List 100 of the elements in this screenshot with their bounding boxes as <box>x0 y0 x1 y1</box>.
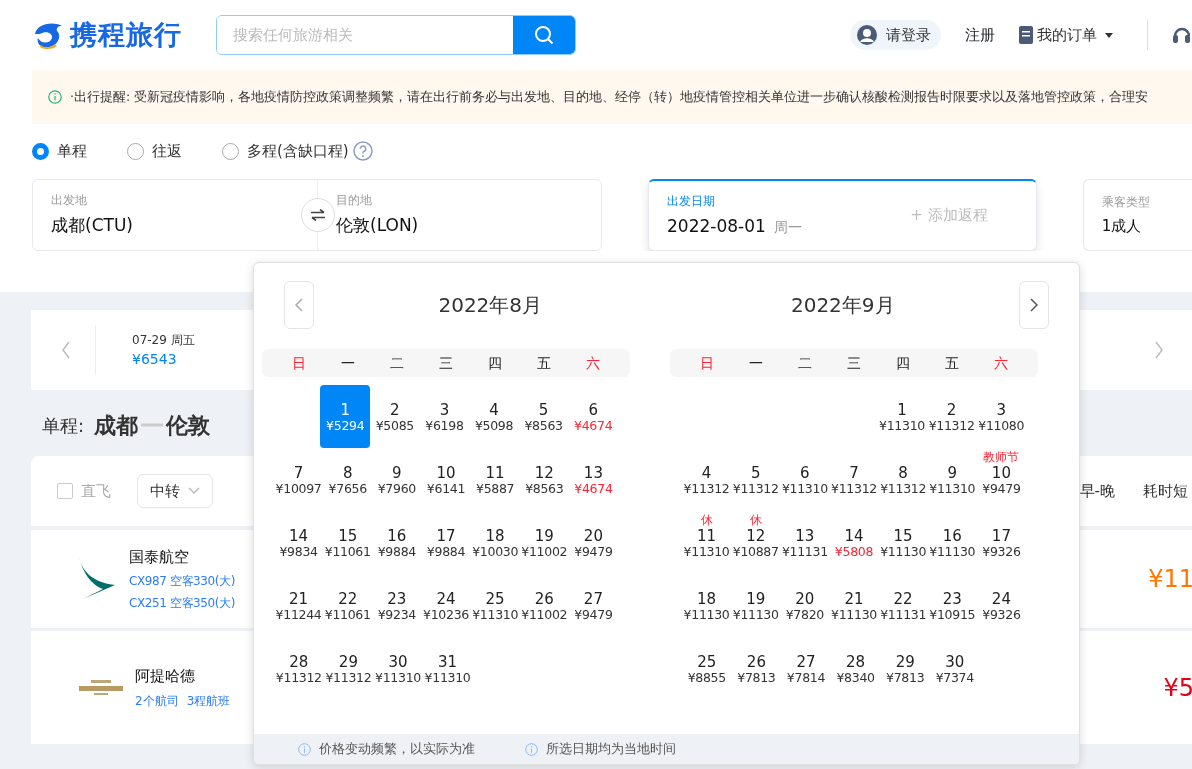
day-number: 31 <box>437 654 459 671</box>
day-price: ¥9479 <box>573 544 614 559</box>
day-price: ¥11130 <box>928 544 977 559</box>
calendar-day[interactable]: 14 ¥5808 <box>829 511 879 574</box>
calendar-day[interactable]: 24 ¥9326 <box>976 574 1026 637</box>
calendar-day[interactable]: 5 ¥8563 <box>518 385 569 448</box>
calendar-day[interactable]: 17 ¥9326 <box>976 511 1026 574</box>
airline-logo-icon <box>79 679 123 696</box>
calendar-day[interactable]: 1 ¥11310 <box>877 385 927 448</box>
day-number: 13 <box>794 528 816 545</box>
calendar-day[interactable]: 22 ¥11131 <box>878 574 928 637</box>
calendar-day[interactable]: 5 ¥11312 <box>731 448 781 511</box>
calendar-day[interactable]: 17 ¥9884 <box>421 511 471 574</box>
calendar-day[interactable]: 31 ¥11310 <box>422 637 473 700</box>
calendar-day[interactable]: 27 ¥7814 <box>781 637 831 700</box>
calendar-day[interactable]: 23 ¥10915 <box>927 574 977 637</box>
transfer-dropdown[interactable]: 中转 <box>137 474 213 508</box>
swap-button[interactable] <box>301 198 335 232</box>
day-number: 1 <box>896 402 908 419</box>
passenger-card[interactable]: 乘客类型 1成人 <box>1082 179 1192 251</box>
calendar-day[interactable]: 3 ¥11080 <box>976 385 1026 448</box>
passenger-value: 1成人 <box>1101 215 1143 237</box>
calendar-day[interactable]: 2 ¥5085 <box>370 385 420 448</box>
calendar-day[interactable]: 16 ¥9884 <box>372 511 422 574</box>
strip-date[interactable]: 07-29 周五 <box>132 330 195 349</box>
calendar-day[interactable]: 29 ¥11312 <box>323 637 374 700</box>
calendar-day[interactable]: 25 ¥8855 <box>682 637 732 700</box>
day-number: 20 <box>582 528 604 545</box>
calendar-day[interactable]: 28 ¥8340 <box>830 637 881 700</box>
sort-option[interactable]: 耗时短 <box>1143 479 1188 503</box>
day-number: 14 <box>843 528 865 545</box>
calendar-day[interactable]: 24 ¥10236 <box>421 574 471 637</box>
calendar-day[interactable]: 21 ¥11244 <box>274 574 324 637</box>
calendar-day[interactable]: 4 ¥5098 <box>469 385 519 448</box>
previous-month-button[interactable] <box>284 281 314 329</box>
login-button[interactable]: 请登录 <box>850 19 941 51</box>
calendar-day[interactable]: 16 ¥11130 <box>927 511 977 574</box>
calendar-day[interactable]: 4 ¥11312 <box>682 448 732 511</box>
calendar-day[interactable]: 9 ¥7960 <box>372 448 422 511</box>
document-icon <box>1019 26 1033 44</box>
calendar-day[interactable]: 6 ¥11310 <box>780 448 830 511</box>
calendar-day[interactable]: 11 ¥5887 <box>470 448 520 511</box>
calendar-day[interactable]: 14 ¥9834 <box>274 511 324 574</box>
calendar-day[interactable]: 28 ¥11312 <box>274 637 324 700</box>
calendar-day[interactable]: 23 ¥9234 <box>372 574 422 637</box>
date-card[interactable]: 出发日期 2022-08-01 周一 + 添加返程 <box>648 179 1037 251</box>
day-number: 9 <box>391 465 403 482</box>
calendar-day[interactable]: 6 ¥4674 <box>568 385 618 448</box>
calendar-day[interactable]: 18 ¥11130 <box>682 574 732 637</box>
day-price: ¥11310 <box>374 670 422 685</box>
calendar-day[interactable]: 8 ¥11312 <box>878 448 928 511</box>
calendar-day[interactable]: 18 ¥10030 <box>470 511 520 574</box>
calendar-day[interactable]: 2 ¥11312 <box>926 385 977 448</box>
calendar-day[interactable]: 休 11 ¥11310 <box>682 511 732 574</box>
calendar-day[interactable]: 10 ¥6141 <box>421 448 471 511</box>
calendar-day[interactable]: 15 ¥11061 <box>323 511 373 574</box>
calendar-day[interactable]: 15 ¥11130 <box>878 511 928 574</box>
calendar-day[interactable]: 8 ¥7656 <box>323 448 373 511</box>
day-price: ¥11002 <box>520 544 569 559</box>
sort-option[interactable]: 早-晚 <box>1079 479 1115 503</box>
trip-type-radio[interactable]: 单程 <box>32 139 87 163</box>
calendar-day[interactable]: 29 ¥7813 <box>880 637 930 700</box>
month-title: 2022年8月 <box>438 292 543 319</box>
trip-type-radio[interactable]: 往返 <box>127 139 182 163</box>
calendar-day[interactable]: 7 ¥11312 <box>829 448 879 511</box>
calendar-day[interactable]: 9 ¥11310 <box>927 448 977 511</box>
trip-type-radio[interactable]: 多程(含缺口程) <box>222 139 373 163</box>
chevron-left-icon[interactable] <box>61 341 71 359</box>
calendar-day[interactable]: 7 ¥10097 <box>274 448 324 511</box>
chevron-right-icon[interactable] <box>1154 341 1164 359</box>
calendar-day[interactable]: 30 ¥11310 <box>373 637 423 700</box>
calendar-day[interactable]: 12 ¥8563 <box>519 448 569 511</box>
calendar-day[interactable]: 26 ¥11002 <box>519 574 569 637</box>
day-number: 2 <box>389 402 401 419</box>
calendar-day[interactable]: 3 ¥6198 <box>419 385 470 448</box>
calendar-day[interactable]: 30 ¥7374 <box>929 637 980 700</box>
orders-menu[interactable]: 我的订单 <box>1019 23 1113 47</box>
next-month-button[interactable] <box>1019 281 1049 329</box>
route-card[interactable]: 出发地 成都(CTU) 目的地 伦敦(LON) <box>32 179 602 251</box>
calendar-day[interactable]: 21 ¥11130 <box>829 574 879 637</box>
search-field[interactable]: 搜索任何旅游相关 <box>216 15 576 55</box>
calendar-day[interactable]: 25 ¥11310 <box>470 574 520 637</box>
calendar-day[interactable]: 13 ¥11131 <box>780 511 830 574</box>
calendar-day[interactable]: 休 12 ¥10887 <box>731 511 781 574</box>
search-button[interactable] <box>513 16 575 54</box>
calendar-day[interactable]: 19 ¥11130 <box>731 574 781 637</box>
calendar-day[interactable]: 20 ¥7820 <box>780 574 830 637</box>
calendar-day[interactable]: 20 ¥9479 <box>568 511 618 574</box>
register-link[interactable]: 注册 <box>965 23 995 47</box>
day-number: 4 <box>488 402 500 419</box>
day-number: 6 <box>587 402 599 419</box>
calendar-day[interactable]: 27 ¥9479 <box>568 574 618 637</box>
calendar-day[interactable]: 教师节 10 ¥9479 <box>976 448 1026 511</box>
calendar-day[interactable]: 19 ¥11002 <box>519 511 569 574</box>
route-destination: 伦敦 <box>166 411 211 440</box>
calendar-day[interactable]: 13 ¥4674 <box>568 448 618 511</box>
calendar-day[interactable]: 1 ¥5294 <box>320 385 371 448</box>
calendar-day[interactable]: 26 ¥7813 <box>731 637 782 700</box>
strip-price[interactable]: ¥6543 <box>132 348 195 370</box>
calendar-day[interactable]: 22 ¥11061 <box>323 574 373 637</box>
